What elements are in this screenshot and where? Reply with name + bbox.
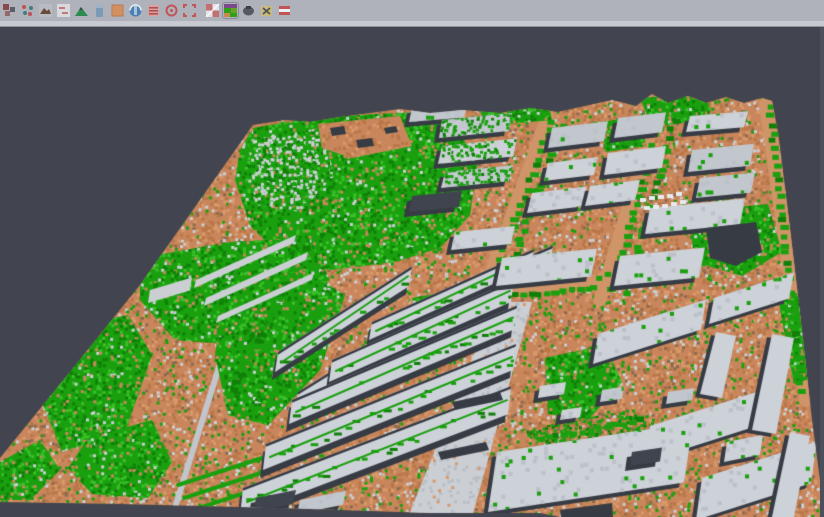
vegetation-class-icon[interactable] [74, 3, 89, 18]
pick-point-icon[interactable] [164, 3, 179, 18]
ruler-icon[interactable] [92, 3, 107, 18]
orbit-view-icon[interactable] [128, 3, 143, 18]
point-cloud-scene-canvas[interactable] [0, 27, 824, 517]
viewport-3d[interactable] [0, 27, 824, 517]
profile-tool-icon[interactable] [56, 3, 71, 18]
raster-grid-icon[interactable] [205, 3, 220, 18]
classified-render-icon[interactable] [223, 3, 238, 18]
point-cloud-icon[interactable] [20, 3, 35, 18]
flag-icon[interactable] [277, 3, 292, 18]
terrain-model-icon[interactable] [38, 3, 53, 18]
ground-class-icon[interactable] [110, 3, 125, 18]
attribute-list-icon[interactable] [146, 3, 161, 18]
delete-box-icon[interactable] [259, 3, 274, 18]
main-toolbar [0, 0, 824, 21]
window-right-edge [820, 27, 824, 517]
snapshot-icon[interactable] [241, 3, 256, 18]
open-data-icon[interactable] [2, 3, 17, 18]
zoom-extents-icon[interactable] [182, 3, 197, 18]
